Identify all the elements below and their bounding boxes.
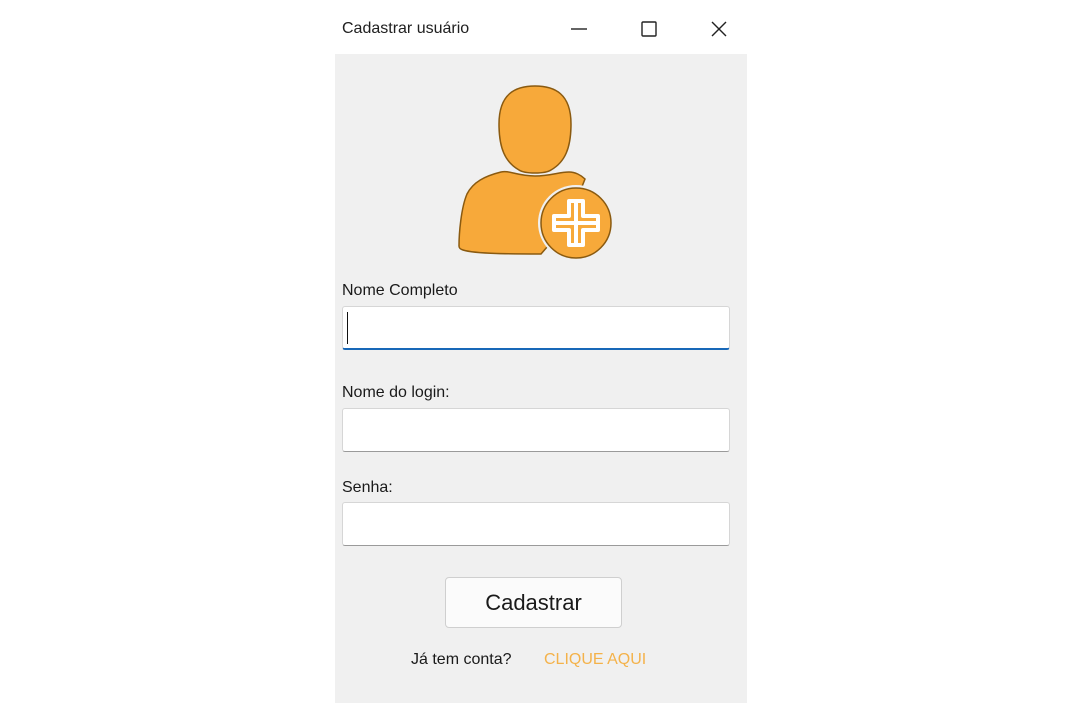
full-name-input[interactable] (342, 306, 730, 350)
minimize-button[interactable] (556, 10, 602, 48)
window-title: Cadastrar usuário (342, 20, 470, 37)
login-link[interactable]: CLIQUE AQUI (544, 651, 646, 669)
maximize-icon (641, 21, 657, 37)
register-window: Cadastrar usuário Nome Completo Nome do … (335, 0, 747, 703)
add-user-icon (458, 85, 614, 261)
maximize-button[interactable] (626, 10, 672, 48)
register-button[interactable]: Cadastrar (445, 577, 622, 628)
form-panel: Nome Completo Nome do login: Senha: Cada… (335, 54, 747, 703)
close-button[interactable] (696, 10, 742, 48)
text-caret (347, 312, 348, 344)
login-label: Nome do login: (342, 384, 450, 401)
full-name-label: Nome Completo (342, 282, 458, 299)
have-account-text: Já tem conta? (411, 651, 512, 668)
password-label: Senha: (342, 479, 393, 496)
title-bar: Cadastrar usuário (335, 0, 747, 54)
login-input[interactable] (342, 408, 730, 452)
close-icon (711, 21, 727, 37)
password-input[interactable] (342, 502, 730, 546)
minimize-icon (571, 28, 587, 30)
